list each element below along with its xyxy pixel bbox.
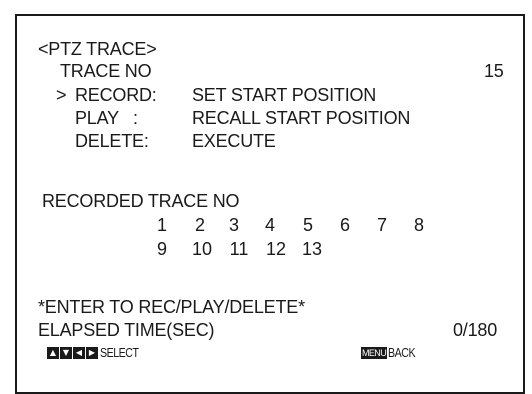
delete-label[interactable]: DELETE:: [75, 130, 149, 152]
record-action[interactable]: SET START POSITION: [192, 84, 376, 106]
play-action[interactable]: RECALL START POSITION: [192, 107, 410, 129]
right-arrow-icon: ▶: [86, 347, 98, 359]
recorded-trace-number: 2: [194, 215, 205, 235]
delete-action[interactable]: EXECUTE: [192, 130, 276, 152]
elapsed-time-value: 0/180: [453, 320, 498, 340]
recorded-trace-number: 6: [339, 215, 350, 235]
record-label[interactable]: RECORD:: [75, 84, 157, 106]
left-arrow-icon: ◀: [73, 347, 85, 359]
recorded-trace-number: 1: [156, 215, 167, 235]
recorded-trace-label: RECORDED TRACE NO: [42, 191, 240, 211]
recorded-trace-number: 5: [302, 215, 313, 235]
recorded-trace-number: 12: [265, 239, 287, 259]
back-hint: BACK: [388, 345, 416, 360]
recorded-trace-number: 13: [301, 239, 323, 259]
recorded-trace-number: 11: [229, 239, 249, 259]
arrow-keys: ▲ ▼ ◀ ▶: [47, 347, 98, 359]
trace-no-label: TRACE NO: [60, 61, 152, 81]
up-arrow-icon: ▲: [47, 347, 59, 359]
recorded-trace-number: 10: [191, 239, 213, 259]
trace-no-value[interactable]: 15: [484, 60, 504, 82]
recorded-trace-number: 3: [228, 215, 239, 235]
menu-key-icon: MENU: [361, 347, 388, 359]
down-arrow-icon: ▼: [60, 347, 72, 359]
elapsed-time-label: ELAPSED TIME(SEC): [38, 320, 215, 340]
instruction-hint: *ENTER TO REC/PLAY/DELETE*: [38, 297, 305, 317]
page-title: <PTZ TRACE>: [38, 39, 157, 59]
play-label[interactable]: PLAY :: [75, 107, 138, 129]
recorded-trace-number: 7: [376, 215, 387, 235]
recorded-trace-number: 9: [156, 239, 167, 259]
recorded-trace-number: 8: [413, 215, 424, 235]
menu-cursor: >: [56, 85, 67, 105]
recorded-trace-number: 4: [264, 215, 275, 235]
select-hint: SELECT: [100, 345, 139, 360]
